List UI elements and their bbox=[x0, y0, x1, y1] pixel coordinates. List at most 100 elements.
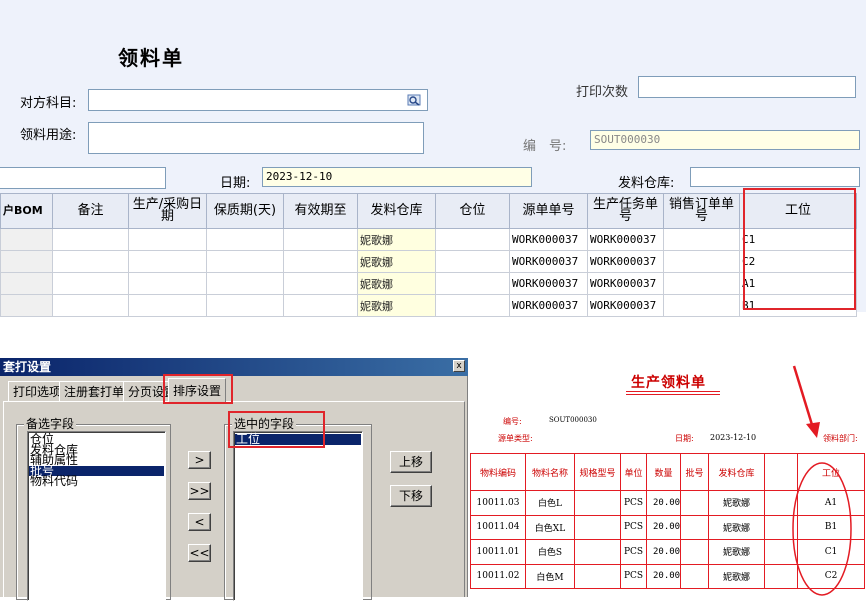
table-cell[interactable]: WORK000037 bbox=[587, 228, 664, 251]
table-cell[interactable]: WORK000037 bbox=[587, 272, 664, 295]
preview-cell bbox=[764, 563, 798, 589]
list-item[interactable]: 物料代码 bbox=[29, 475, 164, 486]
table-cell[interactable] bbox=[128, 228, 207, 251]
table-cell[interactable] bbox=[283, 228, 358, 251]
preview-cell: 20.00 bbox=[646, 563, 681, 589]
table-cell[interactable] bbox=[0, 272, 53, 295]
print-count-input[interactable] bbox=[638, 76, 856, 98]
table-cell[interactable] bbox=[128, 250, 207, 273]
number-field[interactable]: SOUT000030 bbox=[590, 130, 860, 150]
col-header[interactable]: 销售订单单号 bbox=[663, 193, 740, 229]
col-header[interactable]: 生产/采购日期 bbox=[128, 193, 207, 229]
warehouse-cell[interactable]: 妮歌娜 bbox=[357, 250, 436, 273]
table-cell[interactable] bbox=[663, 250, 740, 273]
table-cell[interactable] bbox=[128, 272, 207, 295]
col-header[interactable]: 仓位 bbox=[435, 193, 510, 229]
preview-cell: 10011.04 bbox=[470, 514, 526, 540]
lookup-icon[interactable] bbox=[407, 94, 421, 106]
remove-all-fields-button[interactable]: << bbox=[188, 544, 211, 562]
preview-cell: 白色S bbox=[525, 539, 575, 565]
warehouse-input[interactable] bbox=[690, 167, 860, 187]
table-cell[interactable] bbox=[52, 250, 129, 273]
preview-col-header: 物料编码 bbox=[470, 453, 526, 491]
close-icon[interactable]: x bbox=[453, 360, 465, 372]
preview-row: 10011.03 白色L PCS 20.00 妮歌娜 A1 bbox=[470, 490, 865, 516]
add-field-button[interactable]: > bbox=[188, 451, 211, 469]
date-field[interactable]: 2023-12-10 bbox=[262, 167, 532, 187]
preview-cell bbox=[574, 539, 621, 565]
table-cell[interactable] bbox=[283, 272, 358, 295]
preview-col-header-station: 工位 bbox=[797, 453, 865, 491]
table-cell[interactable]: WORK000037 bbox=[587, 250, 664, 273]
table-cell[interactable] bbox=[0, 228, 53, 251]
left-field[interactable] bbox=[0, 167, 166, 189]
table-cell[interactable] bbox=[435, 250, 510, 273]
preview-cell: 妮歌娜 bbox=[708, 490, 765, 516]
move-up-button[interactable]: 上移 bbox=[390, 451, 432, 473]
table-cell[interactable]: WORK000037 bbox=[509, 272, 588, 295]
col-header[interactable]: 备注 bbox=[52, 193, 129, 229]
table-cell[interactable] bbox=[52, 228, 129, 251]
col-header[interactable]: 生产任务单号 bbox=[587, 193, 664, 229]
preview-table: 物料编码 物料名称 规格型号 单位 数量 批号 发料仓库 工位 10011.03… bbox=[470, 453, 865, 589]
table-row[interactable]: 妮歌娜 WORK000037 WORK000037 C2 bbox=[0, 250, 857, 273]
table-cell[interactable] bbox=[206, 250, 284, 273]
col-header[interactable]: 户BOM bbox=[0, 193, 53, 229]
table-cell[interactable] bbox=[0, 294, 53, 317]
move-down-button[interactable]: 下移 bbox=[390, 485, 432, 507]
table-cell[interactable] bbox=[435, 228, 510, 251]
table-cell[interactable] bbox=[663, 294, 740, 317]
print-count-label: 打印次数 bbox=[576, 85, 629, 100]
warehouse-label: 发料仓库: bbox=[618, 176, 675, 191]
preview-cell: 20.00 bbox=[646, 539, 681, 565]
preview-cell: 10011.01 bbox=[470, 539, 526, 565]
table-cell[interactable]: WORK000037 bbox=[509, 294, 588, 317]
table-cell[interactable] bbox=[435, 272, 510, 295]
warehouse-cell[interactable]: 妮歌娜 bbox=[357, 294, 436, 317]
counterparty-label: 对方科目: bbox=[20, 96, 77, 111]
preview-station-cell: A1 bbox=[797, 490, 865, 516]
table-cell[interactable]: WORK000037 bbox=[509, 250, 588, 273]
table-cell[interactable] bbox=[0, 250, 53, 273]
table-row[interactable]: 妮歌娜 WORK000037 WORK000037 A1 bbox=[0, 272, 857, 295]
table-cell[interactable] bbox=[435, 294, 510, 317]
purpose-input[interactable] bbox=[88, 122, 424, 154]
col-header[interactable]: 发料仓库 bbox=[357, 193, 436, 229]
counterparty-input[interactable] bbox=[88, 89, 428, 111]
preview-cell: 妮歌娜 bbox=[708, 514, 765, 540]
warehouse-cell[interactable]: 妮歌娜 bbox=[357, 272, 436, 295]
station-column-highlight bbox=[743, 188, 856, 310]
table-row[interactable]: 妮歌娜 WORK000037 WORK000037 B1 bbox=[0, 294, 857, 317]
table-cell[interactable] bbox=[52, 294, 129, 317]
table-cell[interactable] bbox=[128, 294, 207, 317]
tab-print-options[interactable]: 打印选项 bbox=[8, 381, 67, 401]
table-cell[interactable] bbox=[52, 272, 129, 295]
preview-station-cell: C1 bbox=[797, 539, 865, 565]
purpose-label: 领料用途: bbox=[20, 128, 77, 143]
table-row[interactable]: 妮歌娜 WORK000037 WORK000037 C1 bbox=[0, 228, 857, 251]
col-header[interactable]: 保质期(天) bbox=[206, 193, 284, 229]
material-grid: 户BOM 备注 生产/采购日期 保质期(天) 有效期至 发料仓库 仓位 源单单号… bbox=[0, 193, 857, 317]
table-cell[interactable] bbox=[663, 228, 740, 251]
preview-col-header: 规格型号 bbox=[574, 453, 621, 491]
preview-date-value: 2023-12-10 bbox=[710, 433, 757, 442]
table-cell[interactable] bbox=[206, 294, 284, 317]
col-header[interactable]: 源单单号 bbox=[509, 193, 588, 229]
preview-cell: 白色M bbox=[525, 563, 575, 589]
warehouse-cell[interactable]: 妮歌娜 bbox=[357, 228, 436, 251]
table-cell[interactable] bbox=[206, 272, 284, 295]
table-cell[interactable] bbox=[663, 272, 740, 295]
preview-cell: 20.00 bbox=[646, 514, 681, 540]
col-header[interactable]: 有效期至 bbox=[283, 193, 358, 229]
table-cell[interactable]: WORK000037 bbox=[509, 228, 588, 251]
table-cell[interactable] bbox=[283, 250, 358, 273]
selected-fields-list[interactable]: 工位 bbox=[233, 431, 363, 601]
remove-field-button[interactable]: < bbox=[188, 513, 211, 531]
add-all-fields-button[interactable]: >> bbox=[188, 482, 211, 500]
table-cell[interactable]: WORK000037 bbox=[587, 294, 664, 317]
table-cell[interactable] bbox=[206, 228, 284, 251]
table-cell[interactable] bbox=[283, 294, 358, 317]
preview-title: 生产领料单 bbox=[631, 375, 706, 391]
available-fields-list[interactable]: 仓位 发料仓库 辅助属性 批号 物料代码 bbox=[27, 431, 166, 601]
preview-station-cell: B1 bbox=[797, 514, 865, 540]
